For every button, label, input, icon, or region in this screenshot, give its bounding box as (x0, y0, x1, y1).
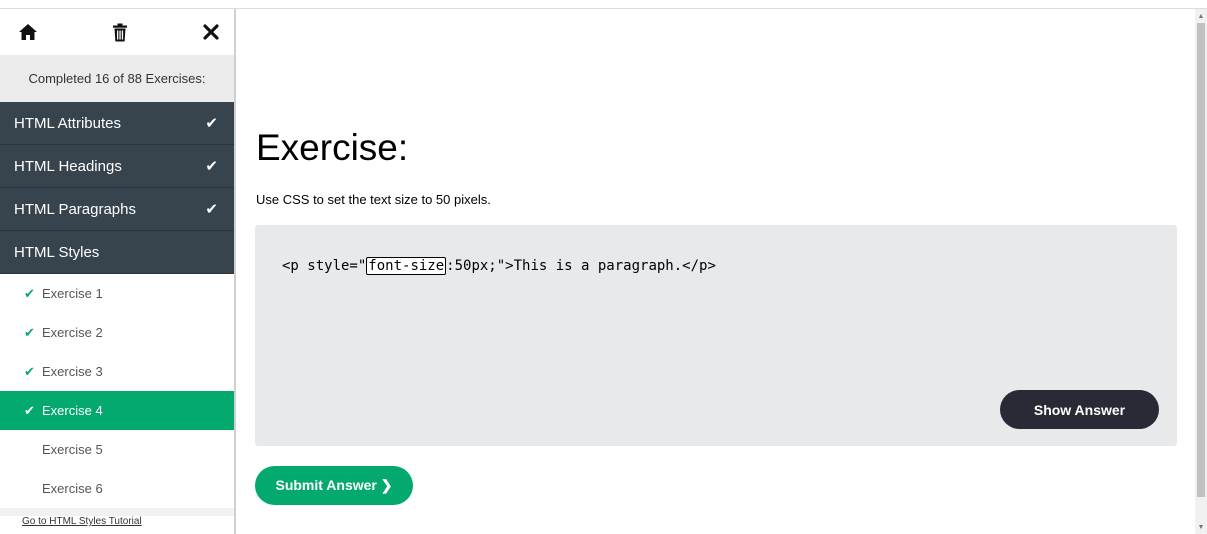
code-after: :50px;">This is a paragraph.</p> (446, 258, 716, 274)
sidebar-exercise-item[interactable]: ✔ Exercise 2 (0, 313, 234, 352)
main-content: Exercise: Use CSS to set the text size t… (255, 9, 1178, 534)
submit-answer-button[interactable]: Submit Answer ❯ (255, 466, 413, 505)
sidebar-category-item[interactable]: HTML Styles (0, 231, 234, 274)
scroll-thumb[interactable] (1197, 23, 1205, 497)
checkmark-icon: ✔ (24, 285, 35, 301)
sidebar-category-item[interactable]: HTML Attributes ✔ (0, 102, 234, 145)
sidebar-exercise-item[interactable]: ✔ Exercise 3 (0, 352, 234, 391)
exercise-list: ✔ Exercise 1 ✔ Exercise 2 ✔ Exercise 3 ✔ Exerci… (0, 274, 234, 508)
close-icon[interactable] (200, 21, 222, 43)
sidebar-category-item[interactable]: HTML Paragraphs ✔ (0, 188, 234, 231)
trash-icon[interactable] (109, 21, 131, 43)
code-editor: <p style=" font-size:50px;">This is a par… (255, 225, 1177, 446)
sidebar-toolbar (0, 9, 234, 55)
show-answer-button[interactable]: Show Answer (1000, 390, 1159, 429)
sidebar-exercise-label: Exercise 6 (42, 481, 103, 496)
checkmark-icon: ✔ (24, 324, 35, 340)
code-before: <p style=" (282, 258, 367, 274)
sidebar-exercise-item[interactable]: ✔ Exercise 1 (0, 274, 234, 313)
scroll-up-arrow-icon[interactable]: ▲ (1195, 9, 1207, 23)
answer-input[interactable]: font-size (366, 257, 447, 275)
top-border (0, 0, 1207, 9)
progress-text: Completed 16 of 88 Exercises: (0, 55, 234, 102)
scroll-down-arrow-icon[interactable]: ▼ (1195, 520, 1207, 534)
sidebar-exercise-label: Exercise 4 (42, 403, 103, 418)
exercise-instruction: Use CSS to set the text size to 50 pixel… (256, 192, 491, 207)
sidebar-category-label: HTML Styles (14, 243, 100, 261)
sidebar-exercise-label: Exercise 5 (42, 442, 103, 457)
checkmark-icon: ✔ (205, 201, 218, 218)
category-list: HTML Attributes ✔ HTML Headings ✔ HTML Parag… (0, 102, 234, 274)
checkmark-icon: ✔ (24, 402, 35, 418)
checkmark-icon: ✔ (24, 363, 35, 379)
sidebar-exercise-label: Exercise 1 (42, 286, 103, 301)
sidebar-exercise-label: Exercise 2 (42, 325, 103, 340)
sidebar-exercise-label: Exercise 3 (42, 364, 103, 379)
scrollbar[interactable]: ▲ ▼ (1195, 9, 1207, 534)
sidebar-exercise-item[interactable]: Exercise 6 (0, 469, 234, 508)
checkmark-icon: ✔ (205, 115, 218, 132)
sidebar-exercise-item[interactable]: ✔ Exercise 4 (0, 391, 234, 430)
sidebar-category-label: HTML Paragraphs (14, 200, 136, 218)
sidebar: Completed 16 of 88 Exercises: HTML Attri… (0, 9, 236, 534)
tutorial-link[interactable]: Go to HTML Styles Tutorial (0, 516, 234, 534)
sidebar-category-label: HTML Attributes (14, 114, 121, 132)
page-title: Exercise: (256, 127, 409, 168)
sidebar-category-label: HTML Headings (14, 157, 122, 175)
code-line: <p style=" font-size:50px;">This is a par… (282, 257, 716, 275)
checkmark-icon: ✔ (205, 158, 218, 175)
sidebar-category-item[interactable]: HTML Headings ✔ (0, 145, 234, 188)
sidebar-exercise-item[interactable]: Exercise 5 (0, 430, 234, 469)
home-icon[interactable] (17, 21, 39, 43)
